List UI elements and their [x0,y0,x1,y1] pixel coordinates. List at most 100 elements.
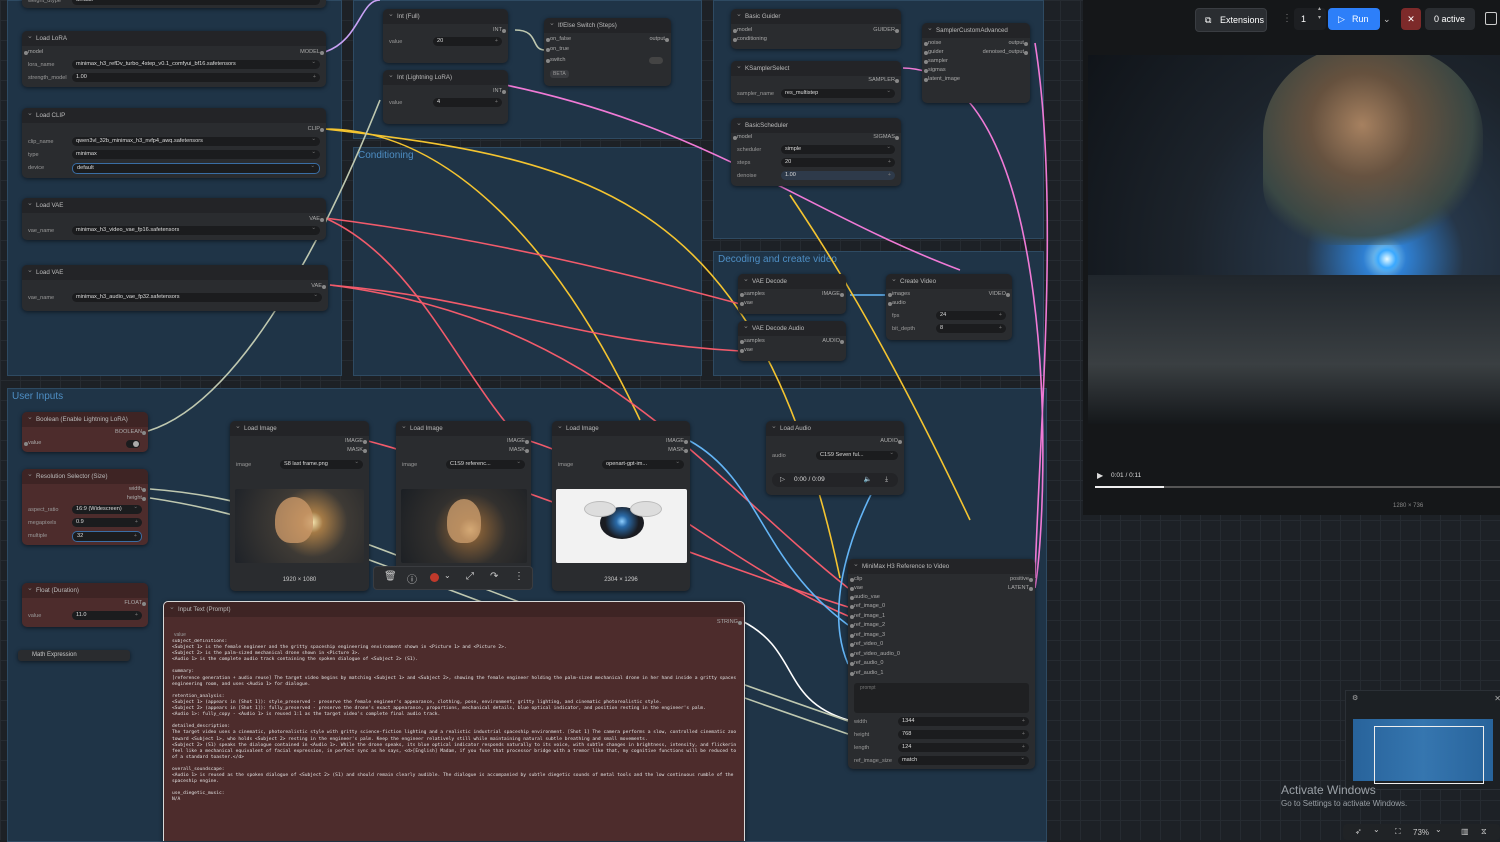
video-controls[interactable]: ▶ 0:01 / 0:11 [1088,466,1500,492]
input-audio-vae[interactable]: audio_vae [850,594,880,600]
input-audio[interactable]: audio [888,300,906,306]
input-vae[interactable]: vae [739,300,753,306]
node-int-lightning[interactable]: Int (Lightning LoRA) INT value 4 [383,68,508,124]
node-basic-guider[interactable]: Basic Guider model conditioning GUIDER [731,7,901,49]
output-latent[interactable]: LATENT [1008,585,1034,591]
output-guider[interactable]: GUIDER [873,27,899,33]
output-image[interactable]: IMAGE [507,438,530,444]
input-ref-video-0[interactable]: ref_video_0 [849,641,883,647]
node-float-duration[interactable]: Float (Duration) FLOAT value 11.0 [22,581,148,627]
minimap-close-icon[interactable]: ✕ [1494,694,1500,703]
node-load-clip[interactable]: Load CLIP CLIP clip_name qwen3vl_32b_mini… [22,106,326,178]
bypass-icon[interactable]: ↷ [490,571,498,582]
node-vae-decode-audio[interactable]: VAE Decode Audio samples vae AUDIO [738,319,846,361]
int-full-input[interactable]: 20 [433,37,502,46]
minimap[interactable]: ⚙ ✕ [1345,690,1500,790]
select-tool-icon[interactable]: ➶ [1355,827,1362,836]
more-icon[interactable]: ⋮ [514,571,524,582]
queue-active-button[interactable]: 0 active [1425,8,1475,30]
ref-image-size-select[interactable]: match [898,756,1029,765]
extensions-button[interactable]: ⧉ Extensions [1195,8,1267,32]
link-visibility-icon[interactable]: ⧖ [1481,827,1487,837]
node-vae-decode[interactable]: VAE Decode samples vae IMAGE [738,272,846,314]
input-switch[interactable]: switch [546,57,566,63]
clip-name-select[interactable]: qwen3vl_32b_minimax_h3_nvfp4_awq.safeten… [72,137,320,146]
volume-icon[interactable]: 🔈 [864,473,872,487]
output-video[interactable]: VIDEO [989,291,1011,297]
vae-name-select[interactable]: minimax_h3_video_vae_fp16.safetensors [72,226,320,235]
node-sampler-custom-advanced[interactable]: SamplerCustomAdvanced noise guider sampl… [922,21,1030,103]
input-model[interactable]: model [732,134,752,140]
node-minimax-ref-video[interactable]: MiniMax H3 Reference to Video clip vae a… [848,557,1035,769]
weight-dtype-select[interactable]: default [72,0,320,5]
input-latent-image[interactable]: latent_image [923,76,960,82]
output[interactable]: output [649,36,669,42]
input-ref-video-audio-0[interactable]: ref_video_audio_0 [849,651,900,657]
minimap-viewport[interactable] [1374,726,1484,784]
node-boolean-lightning[interactable]: Boolean (Enable Lightning LoRA) BOOLEAN … [22,410,148,452]
input-model[interactable]: model [23,49,43,55]
lora-name-select[interactable]: minimax_h3_refDv_turbo_4step_v0.1_comfyu… [72,60,320,69]
image-select[interactable]: S8 last frame.png [280,460,363,469]
output-image[interactable]: IMAGE [666,438,689,444]
output-model[interactable]: MODEL [300,49,324,55]
output-height[interactable]: height [127,495,147,501]
int-lightning-input[interactable]: 4 [433,98,502,107]
output-sigmas[interactable]: SIGMAS [873,134,899,140]
output-int[interactable]: INT [493,27,507,33]
multiple-input[interactable]: 32 [72,531,142,542]
image-select[interactable]: C1S9 referenc... [446,460,525,469]
bit-depth-input[interactable]: 8 [936,324,1006,333]
fit-icon[interactable]: ⤢ [466,571,474,582]
node-load-image-3[interactable]: Load Image IMAGE MASK image openart-gpt-i… [552,419,690,591]
node-input-text-prompt[interactable]: Input Text (Prompt) STRING value subject… [163,600,745,841]
play-icon[interactable]: ▶ [1097,471,1103,480]
input-samples[interactable]: samples [740,338,765,344]
sampler-name-select[interactable]: res_multistep [781,89,895,98]
minimap-settings-icon[interactable]: ⚙ [1352,694,1358,702]
chevron-down-icon[interactable]: ⌄ [1373,825,1380,834]
input-model[interactable]: model [732,27,752,33]
boolean-toggle[interactable] [126,440,140,448]
node-load-image-2[interactable]: Load Image IMAGE MASK image C1S9 referenc… [396,419,531,571]
node-math-expression[interactable]: Math Expression [18,650,130,661]
chevron-down-icon[interactable]: ⌄ [1435,825,1442,834]
output[interactable]: output [1008,40,1028,46]
strength-input[interactable]: 1.00 [72,73,320,82]
scheduler-select[interactable]: simple [781,145,895,154]
input-ref-audio-1[interactable]: ref_audio_1 [850,670,884,676]
output-float[interactable]: FLOAT [124,600,146,606]
output-audio[interactable]: AUDIO [880,438,902,444]
run-count-stepper[interactable]: 1 ▴ ▾ [1294,6,1326,30]
color-picker-icon[interactable] [430,573,439,582]
output-sampler[interactable]: SAMPLER [868,77,899,83]
vae-name-select[interactable]: minimax_h3_audio_vae_fp32.safetensors [72,293,322,302]
input-sigmas[interactable]: sigmas [924,67,946,73]
node-load-vae-video[interactable]: Load VAE VAE vae_name minimax_h3_video_va… [22,196,326,240]
node-top-partial[interactable]: weight_dtype default [22,0,326,8]
delete-icon[interactable]: 🗑 [384,571,397,582]
node-ksampler-select[interactable]: KSamplerSelect SAMPLER sampler_name res_m… [731,59,901,103]
duration-input[interactable]: 11.0 [72,611,142,620]
input-clip[interactable]: clip [849,576,862,582]
panel-toggle-icon[interactable] [1485,12,1497,25]
output-width[interactable]: width [129,486,147,492]
output-mask[interactable]: MASK [509,447,529,453]
fit-view-icon[interactable]: ⛶ [1395,827,1401,837]
chevron-down-icon[interactable]: ⌄ [444,571,451,580]
fps-input[interactable]: 24 [936,311,1006,320]
node-int-full[interactable]: Int (Full) INT value 20 [383,7,508,63]
node-resolution-selector[interactable]: Resolution Selector (Size) width height … [22,467,148,545]
output-boolean[interactable]: BOOLEAN [115,429,147,435]
input-samples[interactable]: samples [740,291,765,297]
device-select[interactable]: default [72,163,320,174]
input-conditioning[interactable]: conditioning [733,36,767,42]
node-load-lora[interactable]: Load LoRA model MODEL lora_name minimax_h… [22,29,326,87]
video-preview[interactable] [1088,55,1500,424]
input-on-false[interactable]: on_false [545,36,571,42]
output-image[interactable]: IMAGE [345,438,368,444]
output-audio[interactable]: AUDIO [822,338,844,344]
audio-select[interactable]: C1S9 Seven ful... [816,451,898,460]
download-icon[interactable]: ⤓ [885,473,888,487]
input-noise[interactable]: noise [923,40,941,46]
